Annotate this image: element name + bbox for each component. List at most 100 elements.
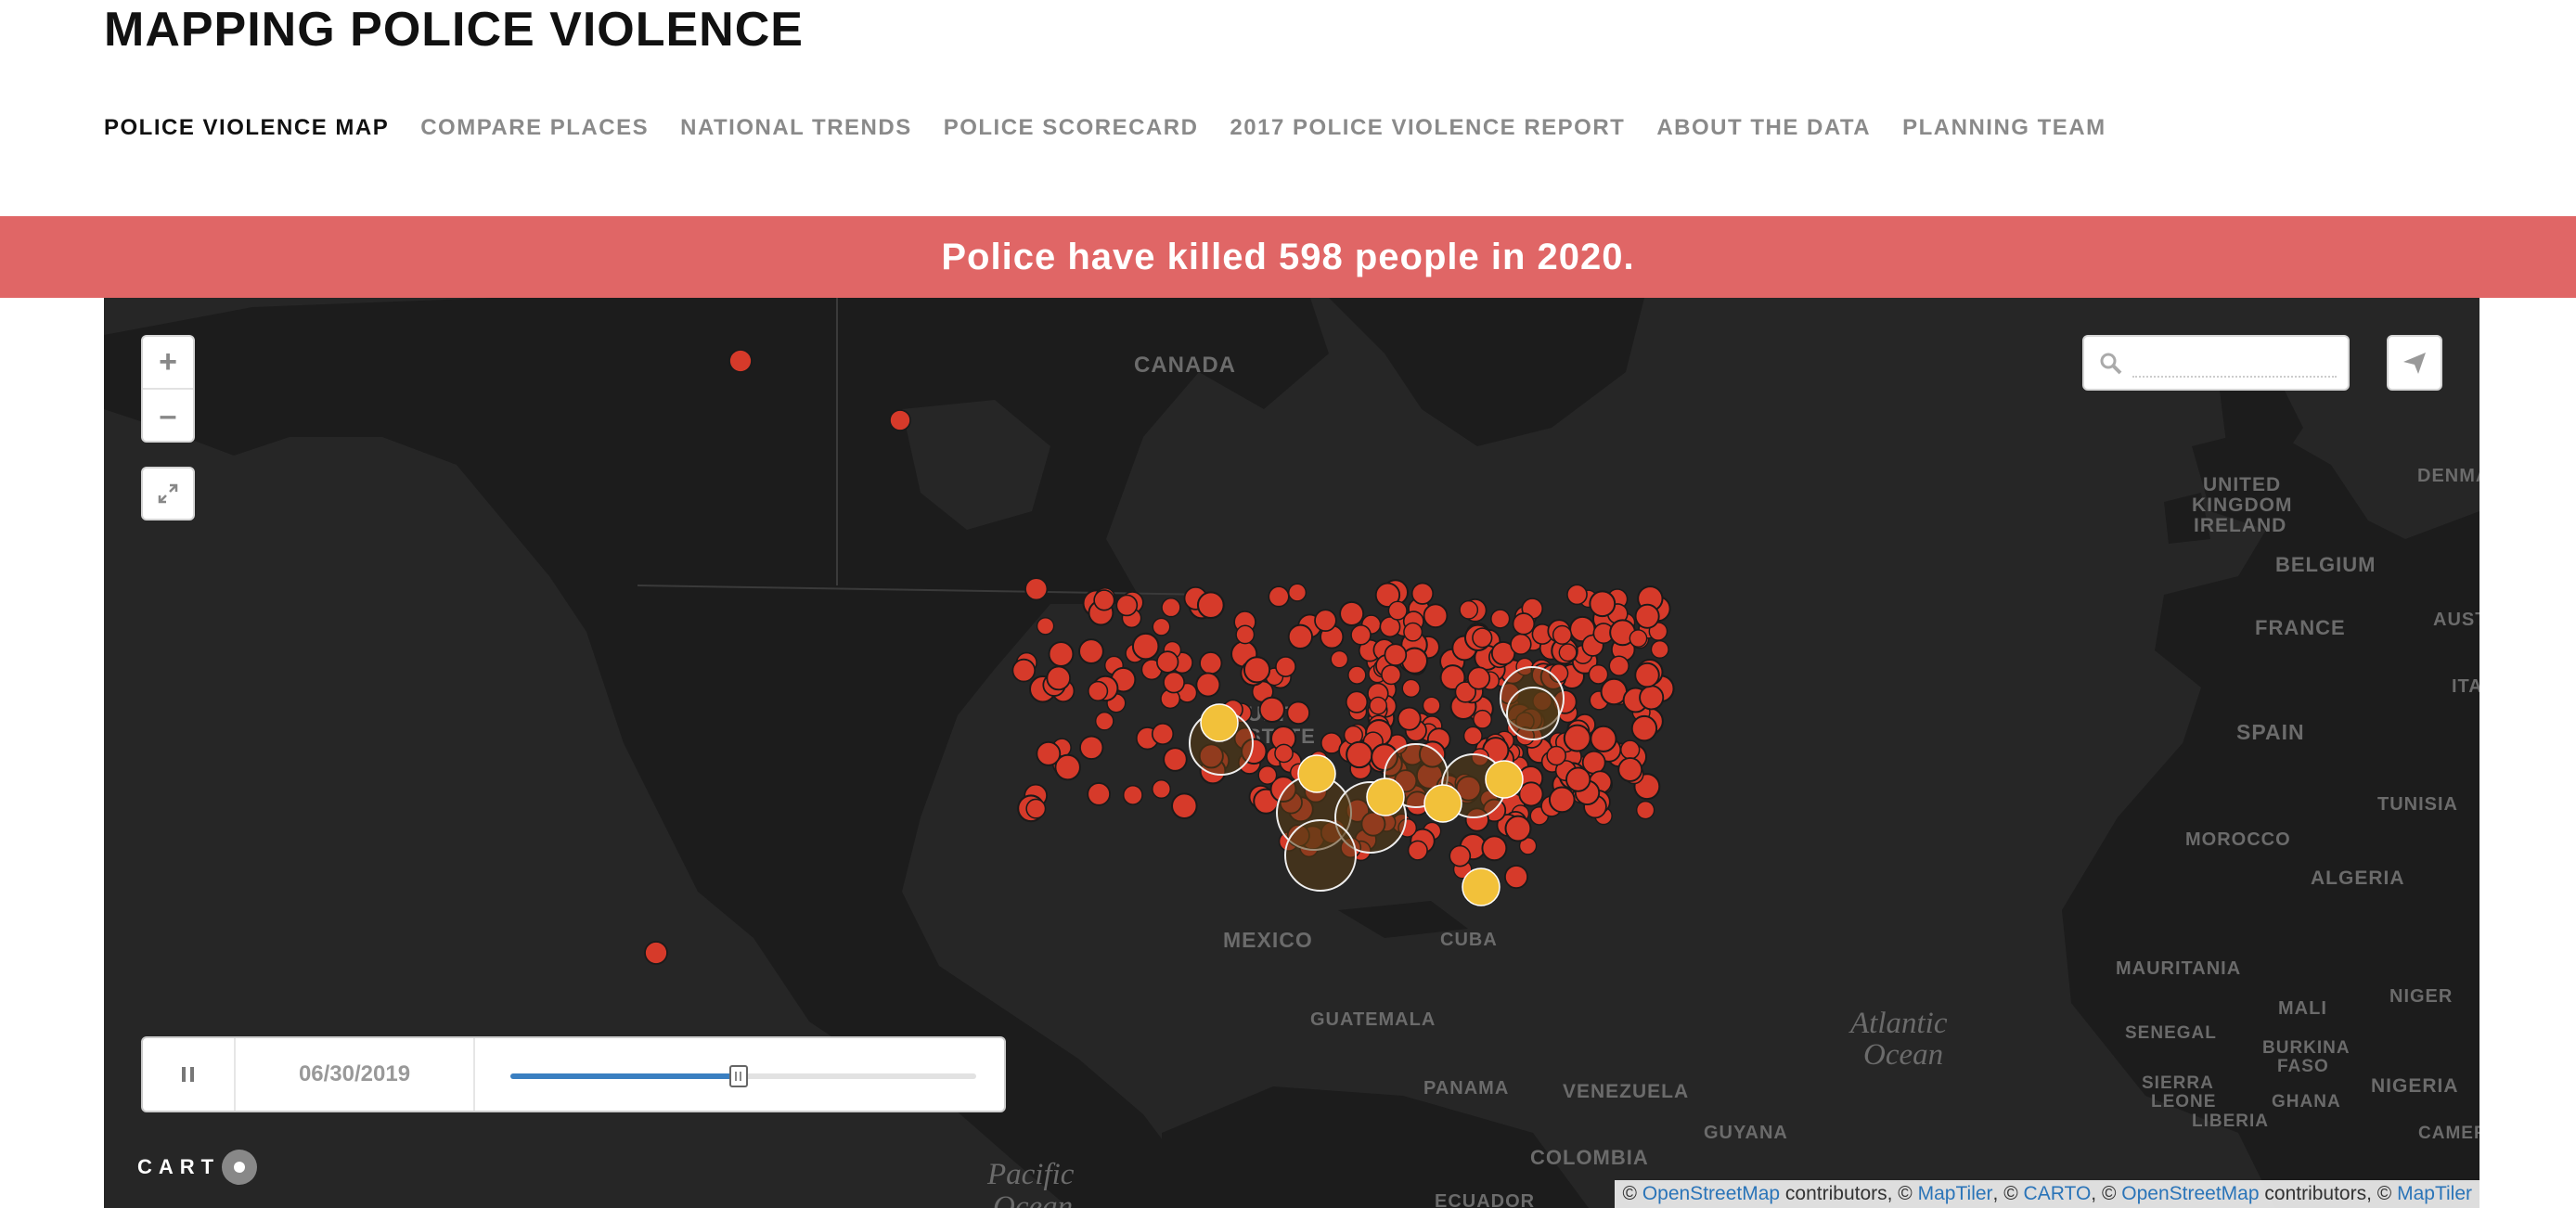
incident-marker[interactable] (1345, 690, 1369, 713)
incident-marker[interactable] (1397, 706, 1422, 731)
incident-marker[interactable] (1115, 594, 1139, 617)
incident-marker[interactable] (1472, 627, 1493, 649)
cluster-dot[interactable] (1297, 754, 1336, 793)
cluster-dot[interactable] (1423, 784, 1462, 823)
pause-button[interactable] (143, 1038, 236, 1111)
incident-marker[interactable] (1152, 779, 1171, 799)
incident-marker[interactable] (1588, 663, 1609, 685)
incident-marker[interactable] (1548, 786, 1576, 814)
incident-marker[interactable] (1566, 584, 1588, 606)
incident-marker[interactable] (1422, 696, 1441, 715)
incident-marker[interactable] (1048, 641, 1075, 667)
nav-2017-report[interactable]: 2017 POLICE VIOLENCE REPORT (1230, 115, 1625, 141)
incident-marker[interactable] (1088, 680, 1109, 701)
incident-marker[interactable] (1346, 740, 1373, 769)
cluster-ring[interactable] (1506, 687, 1560, 740)
incident-marker[interactable] (1350, 624, 1372, 646)
zoom-out-button[interactable]: – (143, 390, 193, 443)
nav-police-scorecard[interactable]: POLICE SCORECARD (944, 115, 1199, 141)
zoom-in-button[interactable]: + (143, 337, 193, 390)
incident-marker[interactable] (1243, 656, 1271, 684)
incident-marker[interactable] (1196, 591, 1225, 620)
incident-marker[interactable] (1590, 725, 1617, 752)
incident-marker[interactable] (1617, 757, 1643, 782)
incident-marker[interactable] (1151, 722, 1175, 746)
incident-marker[interactable] (1504, 865, 1528, 890)
incident-marker[interactable] (1510, 633, 1532, 656)
osm-link-2[interactable]: OpenStreetMap (2121, 1183, 2259, 1205)
incident-marker[interactable] (1558, 643, 1578, 662)
incident-marker[interactable] (1094, 711, 1114, 731)
incident-marker[interactable] (1504, 815, 1532, 842)
incident-marker[interactable] (1131, 632, 1160, 661)
locate-button[interactable] (2387, 335, 2442, 391)
incident-marker[interactable] (1235, 624, 1256, 645)
incident-marker[interactable] (1079, 735, 1104, 760)
incident-marker[interactable] (1462, 726, 1483, 746)
incident-marker[interactable] (1195, 672, 1221, 698)
incident-marker[interactable] (1387, 600, 1408, 621)
incident-marker[interactable] (1635, 800, 1655, 820)
nav-about-the-data[interactable]: ABOUT THE DATA (1656, 115, 1871, 141)
incident-marker[interactable] (1330, 649, 1349, 669)
incident-marker[interactable] (1630, 714, 1658, 742)
cluster-dot[interactable] (1462, 867, 1501, 906)
incident-marker[interactable] (1481, 835, 1508, 862)
incident-marker[interactable] (1286, 700, 1310, 725)
incident-marker[interactable] (1608, 655, 1629, 676)
nav-national-trends[interactable]: NATIONAL TRENDS (680, 115, 912, 141)
incident-marker[interactable] (1634, 603, 1660, 629)
incident-marker[interactable] (1339, 600, 1365, 626)
incident-marker[interactable] (1407, 840, 1428, 861)
incident-marker[interactable] (1199, 651, 1223, 675)
map-canvas[interactable]: CANADA UNITED KINGDOM IRELAND DENMARK BE… (104, 298, 2479, 1208)
incident-marker[interactable] (1512, 612, 1536, 636)
incident-marker[interactable] (1403, 622, 1423, 642)
incident-marker[interactable] (1046, 665, 1072, 691)
timeline-track[interactable] (475, 1038, 1004, 1111)
incident-marker[interactable] (1275, 656, 1296, 677)
incident-marker[interactable] (1384, 643, 1408, 667)
incident-marker[interactable] (1152, 617, 1171, 636)
incident-marker[interactable] (1274, 743, 1294, 764)
cluster-dot[interactable] (1485, 760, 1524, 799)
incident-marker[interactable] (1078, 638, 1104, 664)
incident-marker[interactable] (1258, 696, 1285, 724)
site-title[interactable]: MAPPING POLICE VIOLENCE (104, 2, 804, 58)
incident-marker[interactable] (1314, 609, 1337, 632)
incident-marker[interactable] (1490, 609, 1511, 629)
cluster-ring[interactable] (1284, 819, 1357, 892)
incident-marker[interactable] (1563, 724, 1591, 752)
incident-marker[interactable] (889, 409, 911, 431)
timeline-handle[interactable] (728, 1065, 748, 1087)
incident-marker[interactable] (1122, 785, 1143, 805)
incident-marker[interactable] (1156, 650, 1179, 674)
incident-marker[interactable] (1423, 603, 1449, 629)
maptiler-link-2[interactable]: MapTiler (2397, 1183, 2472, 1205)
incident-marker[interactable] (1650, 639, 1669, 659)
incident-marker[interactable] (1288, 583, 1307, 602)
nav-planning-team[interactable]: PLANNING TEAM (1902, 115, 2106, 141)
incident-marker[interactable] (1093, 589, 1115, 611)
nav-police-violence-map[interactable]: POLICE VIOLENCE MAP (104, 115, 389, 141)
incident-marker[interactable] (1620, 739, 1641, 760)
incident-marker[interactable] (1163, 747, 1188, 772)
incident-marker[interactable] (1369, 696, 1387, 715)
incident-marker[interactable] (1036, 740, 1062, 766)
incident-marker[interactable] (1025, 798, 1047, 819)
incident-marker[interactable] (1565, 766, 1591, 792)
incident-marker[interactable] (1171, 792, 1198, 819)
incident-marker[interactable] (1036, 617, 1055, 636)
cluster-dot[interactable] (1200, 703, 1239, 742)
nav-compare-places[interactable]: COMPARE PLACES (420, 115, 649, 141)
incident-marker[interactable] (1011, 658, 1037, 683)
incident-marker[interactable] (728, 349, 753, 373)
cluster-dot[interactable] (1366, 777, 1405, 816)
carto-link[interactable]: CARTO (2024, 1183, 2092, 1205)
incident-marker[interactable] (1287, 623, 1313, 649)
incident-marker[interactable] (1546, 745, 1566, 766)
incident-marker[interactable] (1629, 629, 1648, 648)
search-input[interactable] (2132, 350, 2337, 378)
incident-marker[interactable] (1163, 671, 1185, 694)
incident-marker[interactable] (1552, 624, 1573, 645)
